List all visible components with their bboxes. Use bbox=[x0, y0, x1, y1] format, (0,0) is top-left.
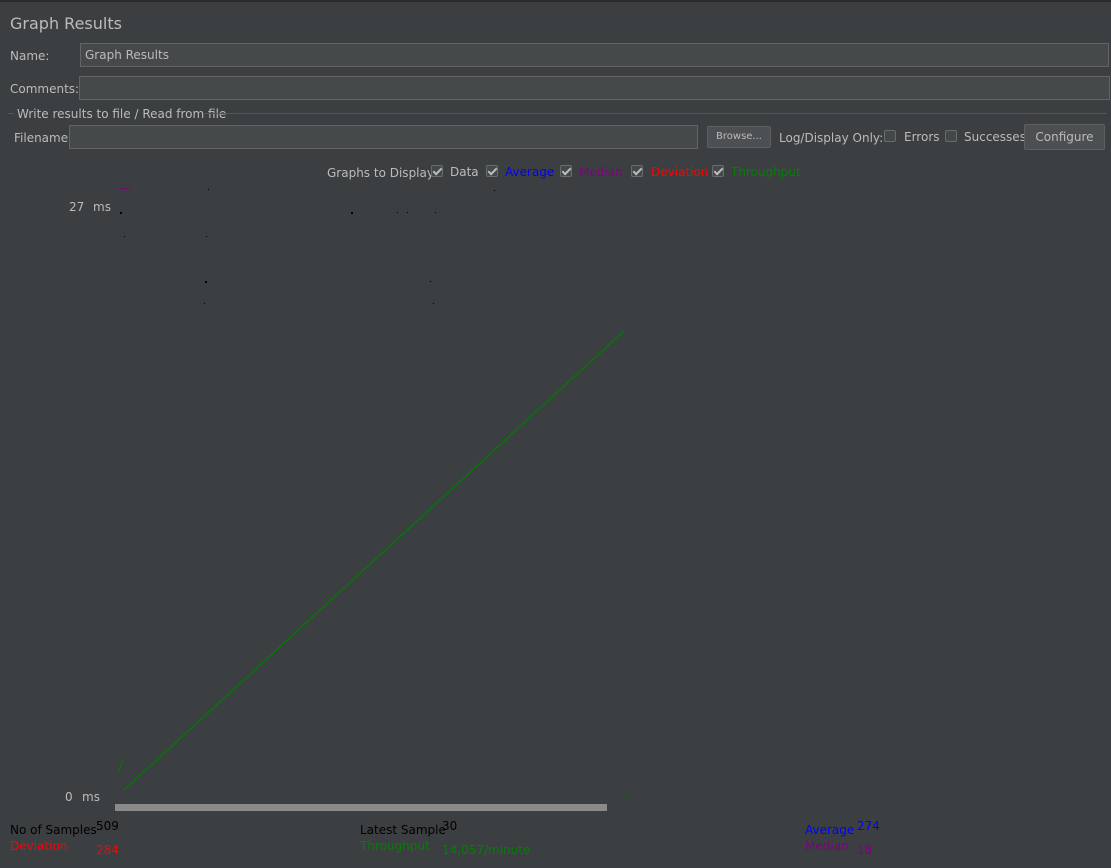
throughput-series-line bbox=[123, 330, 625, 791]
data-point bbox=[397, 212, 398, 213]
average-stat-value: 274 bbox=[857, 819, 880, 833]
median-series-mark bbox=[117, 187, 131, 190]
data-point bbox=[206, 236, 207, 237]
data-point bbox=[351, 212, 353, 214]
graph-canvas bbox=[117, 187, 627, 797]
deviation-stat-label: Deviation bbox=[10, 839, 68, 853]
data-point bbox=[124, 236, 125, 237]
latest-sample-label: Latest Sample bbox=[360, 823, 446, 837]
data-point bbox=[208, 189, 209, 190]
latest-sample-value: 30 bbox=[442, 819, 458, 833]
data-point bbox=[407, 212, 408, 213]
throughput-tail-dot bbox=[626, 796, 627, 797]
data-point bbox=[205, 281, 207, 283]
data-point bbox=[433, 303, 434, 304]
data-point bbox=[120, 212, 122, 214]
data-point bbox=[430, 281, 431, 282]
average-stat-label: Average bbox=[805, 823, 855, 837]
throughput-stat-value: 14,057/minute bbox=[442, 843, 531, 857]
graph-scrollbar[interactable] bbox=[115, 804, 607, 811]
samples-label: No of Samples bbox=[10, 823, 97, 837]
data-point bbox=[494, 190, 495, 191]
samples-value: 509 bbox=[96, 819, 119, 833]
median-stat-label: Median bbox=[805, 839, 849, 853]
throughput-stat-label: Throughput bbox=[360, 839, 430, 853]
median-stat-value: 18 bbox=[857, 843, 873, 857]
data-point bbox=[204, 303, 205, 304]
deviation-stat-value: 284 bbox=[96, 843, 119, 857]
data-point bbox=[435, 212, 436, 213]
throughput-series-start bbox=[117, 760, 124, 773]
